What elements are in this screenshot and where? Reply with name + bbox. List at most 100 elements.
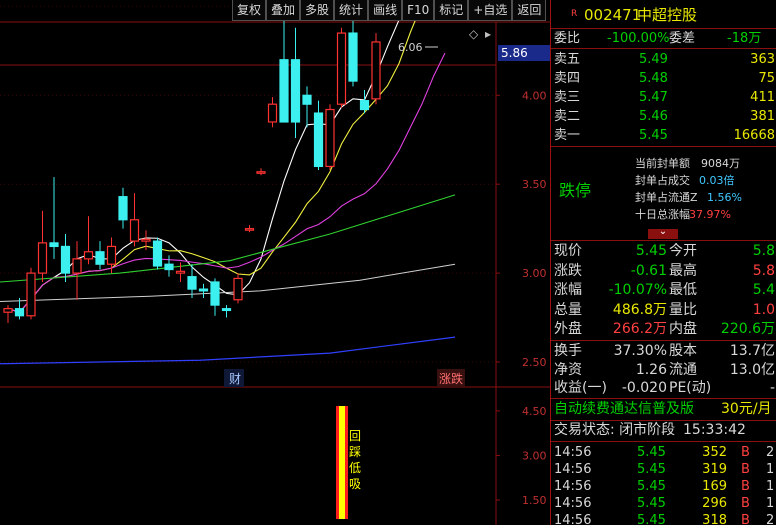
y-tick-label: 3.00 <box>522 267 547 280</box>
ask-volume: 411 <box>750 90 775 105</box>
quote-label: 内盘 <box>669 321 697 337</box>
fund-value: 13.7亿 <box>729 343 775 359</box>
quote-value: 1.0 <box>752 301 775 318</box>
candle[interactable] <box>118 187 128 229</box>
toolbar-button-4[interactable]: 画线 <box>368 0 403 21</box>
fund-row: 换手 37.30% 股本 13.7亿 <box>551 342 776 361</box>
y-tick-label: 2.50 <box>522 356 547 369</box>
ma250-line <box>0 336 456 365</box>
quote-value: 5.4 <box>752 282 775 298</box>
candle[interactable] <box>290 27 301 138</box>
toolbar-button-7[interactable]: +自选 <box>468 0 513 21</box>
y-tick-label: 4.00 <box>522 89 547 102</box>
candle[interactable] <box>95 241 105 270</box>
tick-count: 2 <box>766 513 775 525</box>
candle[interactable] <box>49 177 59 259</box>
ask-row[interactable]: 卖一 5.45 16668 <box>551 126 776 145</box>
quote-value: 486.8万 <box>612 301 667 318</box>
svg-text:低: 低 <box>349 461 361 475</box>
ask-price: 5.45 <box>639 128 668 143</box>
fund-label: 换手 <box>554 343 582 359</box>
candle[interactable] <box>233 273 243 304</box>
candle[interactable] <box>371 33 381 105</box>
quote-label: 涨跌 <box>554 262 582 279</box>
quote-label: 总量 <box>554 301 582 318</box>
candle[interactable] <box>26 267 36 320</box>
quote-label: 今开 <box>669 243 697 259</box>
toolbar-button-1[interactable]: 叠加 <box>266 0 301 21</box>
limit-box: 跌停 当前封单额 9084万 封单占成交 0.03倍 封单占流通Z 1.56% 十日总涨幅 3… <box>551 147 776 240</box>
quote-row: 涨跌 -0.61 最高 5.8 <box>551 262 776 281</box>
candlestick-chart[interactable]: 5.505.004.504.003.503.002.504.503.001.50… <box>0 0 550 525</box>
candle[interactable] <box>164 255 174 277</box>
fund-label: 股本 <box>669 343 697 359</box>
toolbar-button-2[interactable]: 多股 <box>300 0 335 21</box>
subscription-ad[interactable]: 自动续费通达信普及版 30元/月 <box>551 400 776 420</box>
trade-status-label: 交易状态: 闭市阶段 <box>554 422 676 438</box>
quote-value: 266.2万 <box>612 321 667 337</box>
signal-bar-inner <box>339 406 345 519</box>
candle[interactable] <box>3 305 13 323</box>
fund-label: 流通 <box>669 361 697 378</box>
quote-label: 涨幅 <box>554 282 582 298</box>
ask-row[interactable]: 卖三 5.47 411 <box>551 88 776 107</box>
stock-badge: R <box>571 9 578 19</box>
bid-diff-label: 委差 <box>669 31 696 46</box>
limit-line-label: 封单占流通Z <box>635 191 698 204</box>
candle[interactable] <box>325 104 335 170</box>
quote-value: 5.8 <box>752 262 775 279</box>
candle[interactable] <box>60 233 71 282</box>
fund-label: 净资 <box>554 361 582 378</box>
tick-row[interactable]: 14:56 5.45 318 B 2 <box>551 511 776 525</box>
candle[interactable] <box>106 237 117 274</box>
current-price-tag: 5.86 <box>501 46 528 60</box>
quote-value: 220.6万 <box>720 321 775 337</box>
candle[interactable] <box>302 86 312 128</box>
limit-line-value: 0.03倍 <box>699 174 735 187</box>
expand-icon: ⌄ <box>658 226 668 237</box>
candle[interactable] <box>256 168 266 176</box>
candle[interactable] <box>210 278 220 316</box>
scroll-right-icon[interactable]: ▸ <box>485 27 491 41</box>
candle[interactable] <box>198 283 209 298</box>
candle[interactable] <box>129 193 140 247</box>
ask-volume: 75 <box>758 71 775 86</box>
limit-line-label: 封单占成交 <box>635 174 690 187</box>
ask-volume: 363 <box>750 52 775 67</box>
candle[interactable] <box>313 100 324 170</box>
ask-price: 5.46 <box>639 109 668 124</box>
ask-row[interactable]: 卖四 5.48 75 <box>551 69 776 88</box>
vol-tick-label: 3.00 <box>522 449 547 462</box>
toolbar-button-3[interactable]: 统计 <box>334 0 369 21</box>
settings-diamond-icon[interactable]: ◇ <box>469 27 479 41</box>
candle[interactable] <box>83 216 94 265</box>
fund-value: -0.020 <box>621 380 667 396</box>
fund-row: 净资 1.26 流通 13.0亿 <box>551 361 776 380</box>
ask-volume: 16668 <box>733 128 775 143</box>
high-price-label: 6.06 <box>398 41 423 54</box>
toolbar-button-0[interactable]: 复权 <box>232 0 267 21</box>
ask-row[interactable]: 卖二 5.46 381 <box>551 107 776 126</box>
candle[interactable] <box>336 27 347 108</box>
candle[interactable] <box>267 97 278 128</box>
limit-marker[interactable]: 涨跌 <box>439 371 463 386</box>
quote-value: 5.45 <box>635 243 667 259</box>
limit-line: 十日总涨幅 37.97% <box>551 206 776 223</box>
candle[interactable] <box>221 305 232 318</box>
toolbar-button-8[interactable]: 返回 <box>512 0 547 21</box>
candle[interactable] <box>37 210 48 282</box>
ask-price: 5.47 <box>639 90 668 105</box>
toolbar-button-5[interactable]: F10 <box>402 0 435 21</box>
tick-price: 5.45 <box>637 513 666 525</box>
candle[interactable] <box>175 262 186 282</box>
limit-line-value: 9084万 <box>701 157 740 170</box>
candle[interactable] <box>152 237 163 270</box>
tick-side: B <box>741 513 750 525</box>
ask-row[interactable]: 卖五 5.49 363 <box>551 50 776 69</box>
toolbar-button-6[interactable]: 标记 <box>434 0 469 21</box>
candle[interactable] <box>72 241 82 300</box>
finance-marker[interactable]: 财 <box>229 372 241 386</box>
expand-button[interactable]: ⌄ <box>648 226 678 239</box>
candle[interactable] <box>244 225 255 233</box>
fund-value: - <box>769 380 775 396</box>
